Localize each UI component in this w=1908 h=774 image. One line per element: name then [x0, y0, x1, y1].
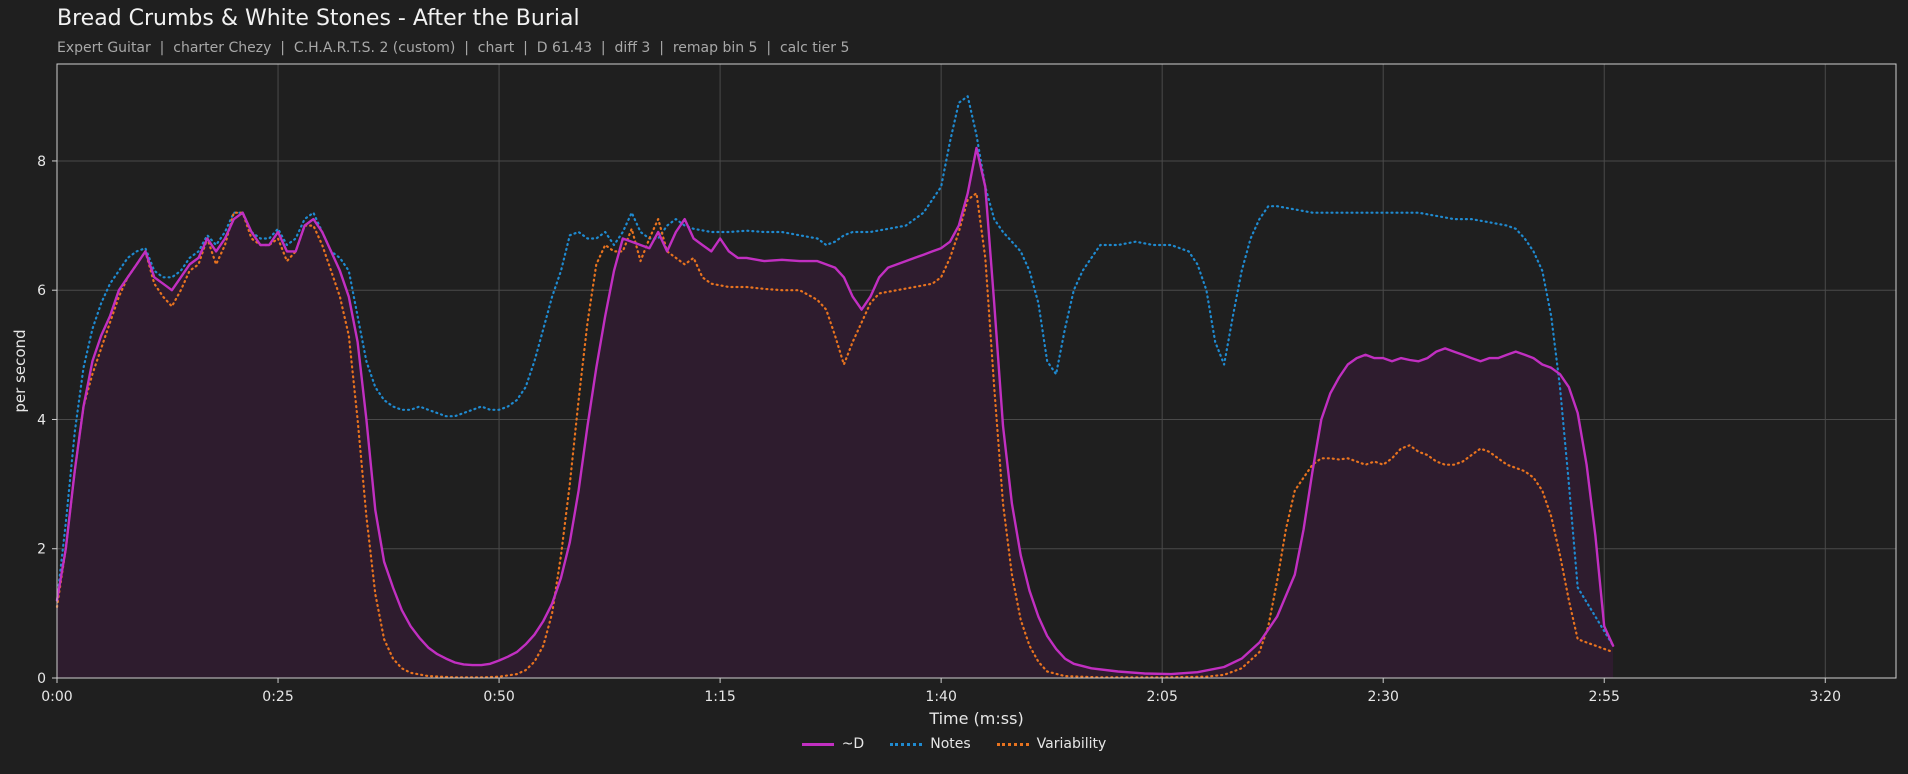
legend-label-variability: Variability — [1036, 736, 1107, 752]
line-chart: 0:00 0:25 0:50 1:15 1:40 2:05 2:30 2:55 3:20 0 2 4 6… — [11, 63, 1897, 728]
x-axis-label: Time (m:ss) — [928, 709, 1023, 728]
series-area-d — [57, 148, 1614, 678]
series-layer — [55, 95, 1615, 679]
legend-item-notes: Notes — [890, 736, 971, 752]
x-tick-label: 1:40 — [925, 689, 956, 705]
y-tick-label: 0 — [37, 671, 46, 687]
legend-swatch-notes — [890, 742, 923, 746]
x-tick-label: 3:20 — [1810, 689, 1841, 705]
legend-label-d: ~D — [841, 736, 865, 752]
legend-item-variability: Variability — [996, 736, 1107, 752]
legend-swatch-d — [801, 742, 834, 746]
legend-item-d: ~D — [801, 736, 865, 752]
x-tick-label: 2:55 — [1589, 689, 1620, 705]
y-tick-label: 6 — [37, 283, 46, 299]
y-axis-label: per second — [11, 329, 29, 412]
x-tick-label: 0:50 — [483, 689, 514, 705]
legend-label-notes: Notes — [930, 736, 971, 752]
legend: ~D Notes Variability — [0, 736, 1908, 752]
legend-swatch-variability — [996, 742, 1029, 746]
y-tick-label: 8 — [37, 154, 46, 170]
y-tick-label: 2 — [37, 542, 46, 558]
x-tick-label: 1:15 — [704, 689, 735, 705]
x-tick-label: 0:25 — [262, 689, 293, 705]
x-tick-label: 2:05 — [1146, 689, 1177, 705]
x-tick-label: 0:00 — [41, 689, 72, 705]
y-tick-label: 4 — [37, 412, 46, 428]
x-tick-label: 2:30 — [1367, 689, 1398, 705]
